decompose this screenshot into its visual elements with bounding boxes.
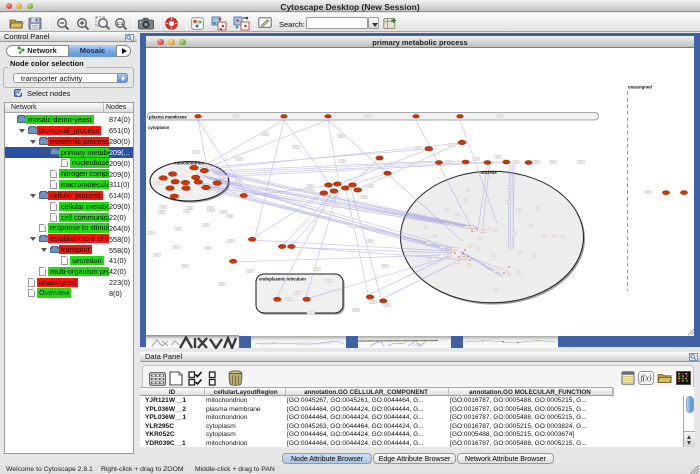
svg-text:mitochondrion: mitochondrion bbox=[174, 160, 204, 165]
svg-text:f(x): f(x) bbox=[640, 374, 651, 383]
svg-text:plasma membrane: plasma membrane bbox=[149, 114, 187, 119]
svg-text:1:1: 1:1 bbox=[117, 21, 124, 26]
svg-text:nucleus: nucleus bbox=[481, 169, 498, 174]
svg-text:endoplasmic reticulum: endoplasmic reticulum bbox=[259, 276, 306, 281]
svg-text:unassigned: unassigned bbox=[628, 84, 652, 89]
svg-text:cytoplasm: cytoplasm bbox=[148, 125, 169, 130]
